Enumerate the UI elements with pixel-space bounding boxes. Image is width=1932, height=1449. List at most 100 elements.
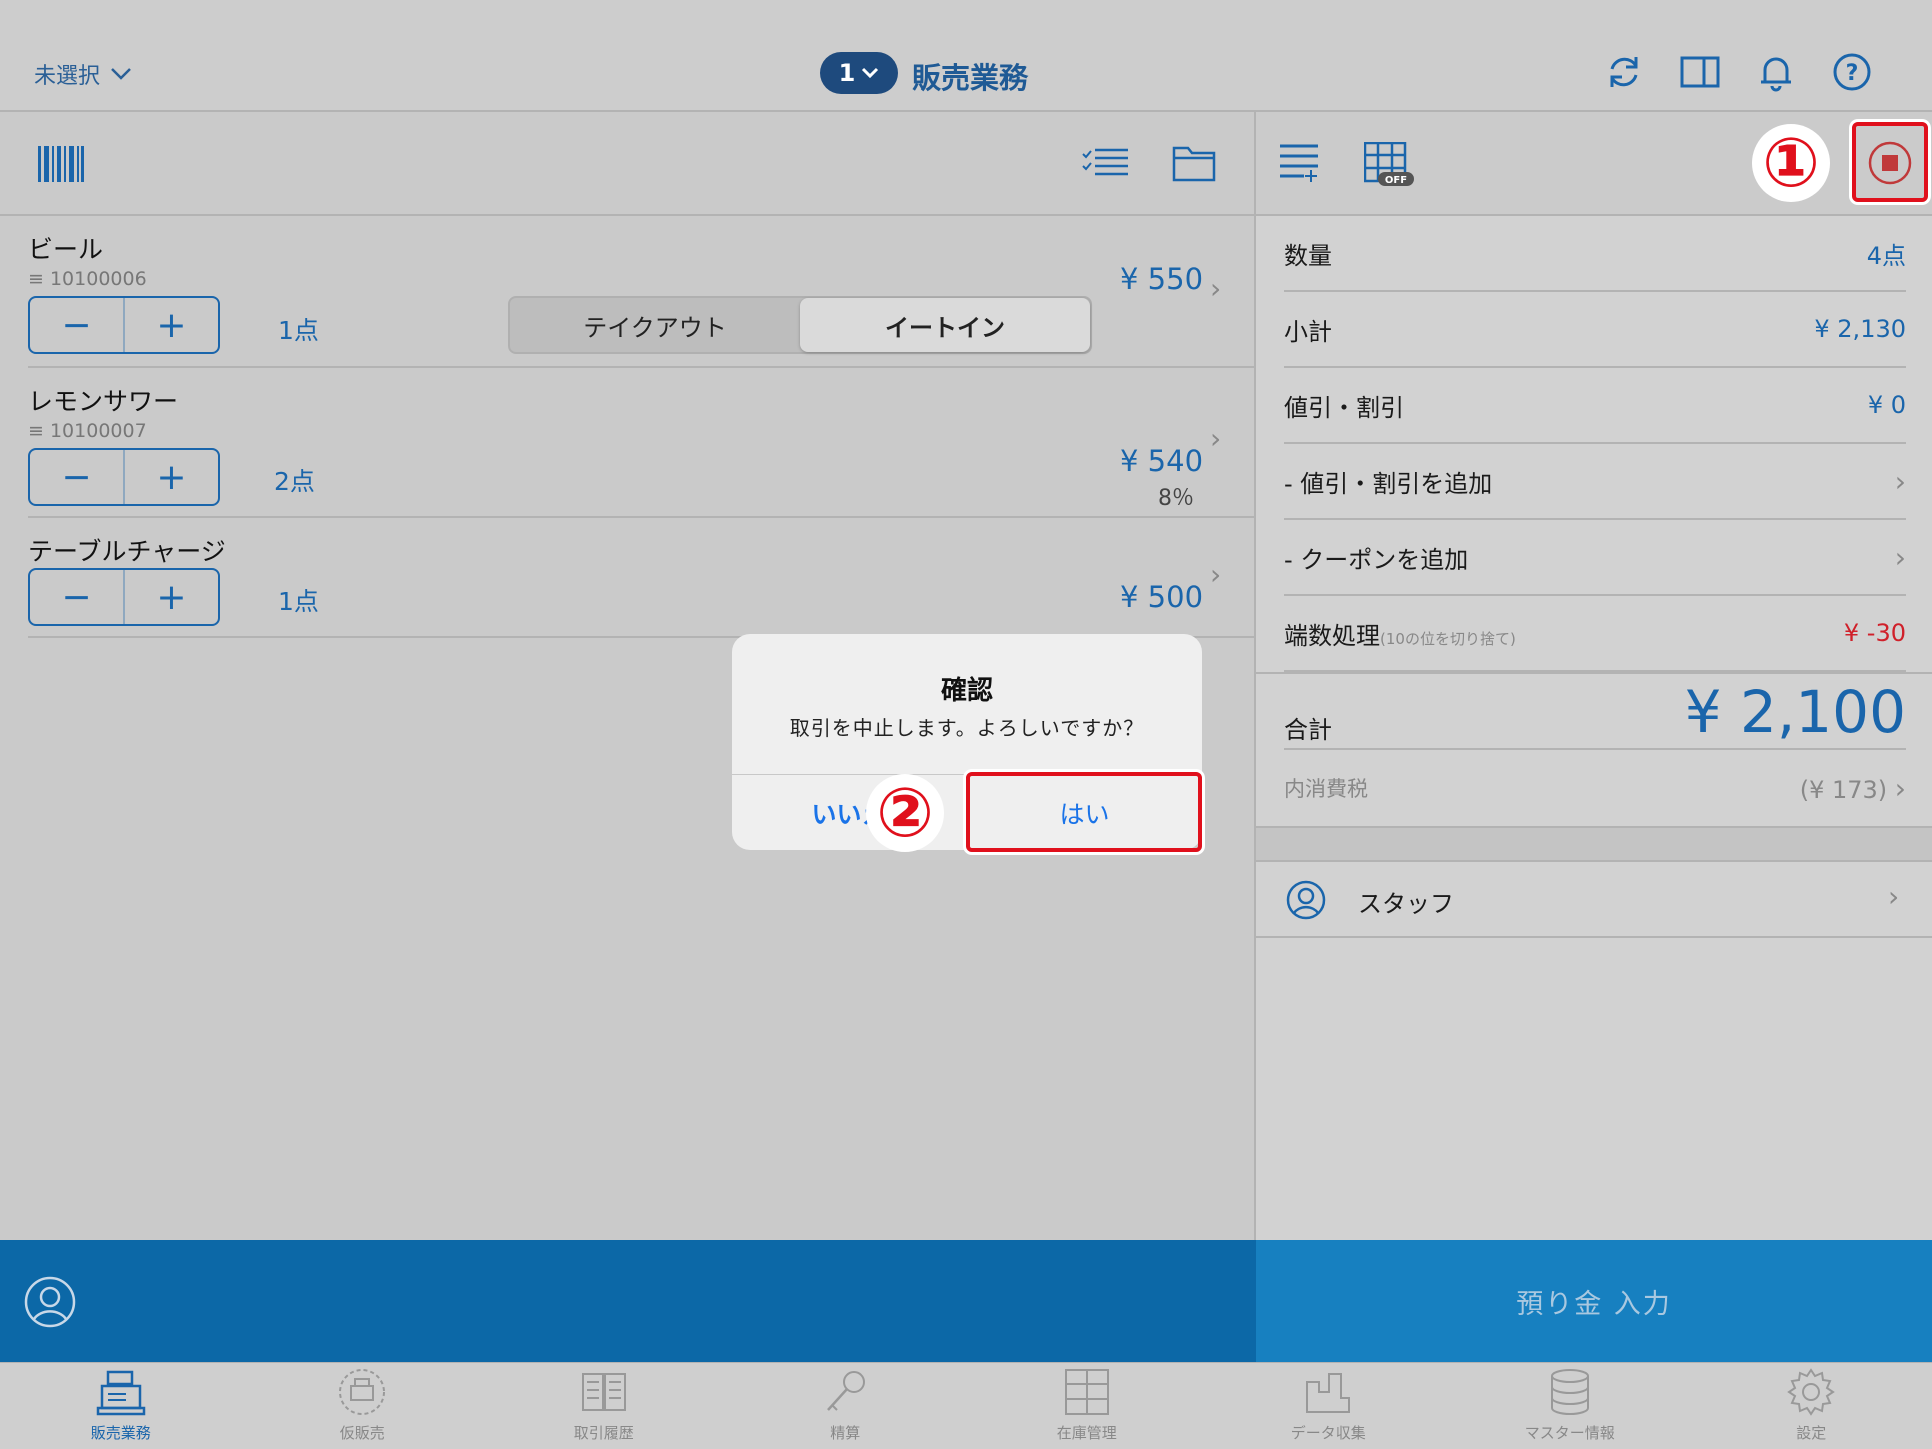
total-value: ¥ 2,100: [1684, 678, 1906, 746]
spacer: [1256, 826, 1932, 862]
tab-sales[interactable]: 販売業務: [0, 1363, 242, 1449]
divider: [1256, 672, 1932, 674]
chevron-right-icon: ›: [1894, 464, 1906, 498]
tab-label: 販売業務: [90, 1424, 151, 1442]
increment-button[interactable]: +: [125, 298, 218, 352]
chevron-right-icon: ›: [1894, 771, 1906, 805]
tab-label: 取引履歴: [573, 1424, 634, 1442]
add-coupon-label: - クーポンを追加: [1284, 545, 1469, 574]
tab-label: 設定: [1796, 1424, 1827, 1442]
dining-toggle[interactable]: テイクアウト イートイン: [508, 296, 1092, 354]
inventory-icon: [1064, 1369, 1109, 1415]
chevron-right-icon[interactable]: ›: [1210, 422, 1221, 455]
discount-row: 値引・割引 ¥ 0: [1284, 368, 1906, 444]
qty-row: 数量 4点: [1284, 216, 1906, 292]
chevron-right-icon[interactable]: ›: [1210, 272, 1221, 305]
decrement-button[interactable]: −: [30, 298, 125, 352]
database-icon: [1550, 1369, 1589, 1415]
bell-icon[interactable]: [1756, 52, 1796, 92]
refresh-icon[interactable]: [1604, 52, 1644, 92]
chevron-down-icon: [111, 68, 131, 80]
tab-master[interactable]: マスター情報: [1449, 1363, 1691, 1449]
decrement-button[interactable]: −: [30, 570, 125, 624]
stop-icon[interactable]: [1866, 140, 1914, 186]
store-selector[interactable]: 未選択: [34, 58, 132, 90]
qty-label: 数量: [1284, 241, 1332, 270]
tax-value: (¥ 173): [1799, 775, 1888, 804]
register-selector[interactable]: 1: [820, 52, 898, 94]
folder-icon[interactable]: [1172, 144, 1216, 182]
tab-label: データ収集: [1290, 1424, 1366, 1442]
item-code: ≡ 10100006: [28, 268, 147, 290]
quantity-stepper[interactable]: − +: [28, 448, 220, 506]
item-name: レモンサワー: [28, 387, 179, 416]
tax-row[interactable]: 内消費税 (¥ 173) ›: [1284, 750, 1906, 826]
customer-icon[interactable]: [24, 1276, 76, 1328]
quantity-stepper[interactable]: − +: [28, 296, 220, 354]
tab-label: 精算: [830, 1424, 861, 1442]
tab-inventory[interactable]: 在庫管理: [966, 1363, 1208, 1449]
annotation-marker-1: ①: [1752, 124, 1830, 203]
item-code: ≡ 10100007: [28, 420, 147, 442]
tax-label: 内消費税: [1284, 777, 1368, 801]
page-title: 販売業務: [912, 61, 1029, 95]
grid-toggle-icon[interactable]: OFF: [1364, 142, 1416, 188]
barcode-icon[interactable]: [38, 146, 84, 182]
subtotal-row: 小計 ¥ 2,130: [1284, 292, 1906, 368]
item-name: ビール: [28, 235, 104, 264]
cart-toolbar: [0, 112, 1256, 216]
qty-value: 4点: [1866, 241, 1906, 270]
tab-temp-sale[interactable]: 仮販売: [242, 1363, 484, 1449]
quantity-stepper[interactable]: − +: [28, 568, 220, 626]
item-qty: 1点: [278, 587, 319, 616]
staff-avatar-icon: [1286, 880, 1326, 920]
rounding-value: ¥ -30: [1843, 619, 1906, 647]
eat-in-option[interactable]: イートイン: [800, 298, 1090, 352]
deposit-input-button[interactable]: 預り金 入力: [1256, 1240, 1932, 1362]
register-number: 1: [838, 59, 856, 87]
rounding-row: 端数処理(10の位を切り捨て) ¥ -30: [1284, 596, 1906, 672]
rounding-note: (10の位を切り捨て): [1380, 629, 1516, 648]
tab-settings[interactable]: 設定: [1691, 1363, 1932, 1449]
item-price: ¥ 540: [1120, 444, 1204, 478]
item-name: テーブルチャージ: [28, 537, 226, 566]
increment-button[interactable]: +: [125, 570, 218, 624]
chevron-right-icon: ›: [1888, 880, 1900, 913]
chevron-right-icon[interactable]: ›: [1210, 558, 1221, 591]
staff-label: スタッフ: [1358, 890, 1454, 918]
tab-data-collection[interactable]: データ収集: [1208, 1363, 1450, 1449]
dialog-title: 確認: [940, 676, 993, 706]
add-coupon-row[interactable]: - クーポンを追加 ›: [1284, 520, 1906, 596]
decrement-button[interactable]: −: [30, 450, 125, 504]
tab-label: マスター情報: [1524, 1424, 1615, 1442]
tax-rate: 8％: [1158, 486, 1194, 511]
checklist-icon[interactable]: [1082, 146, 1128, 182]
add-list-icon[interactable]: [1280, 142, 1320, 182]
temp-sale-icon: [339, 1369, 386, 1415]
tab-history[interactable]: 取引履歴: [483, 1363, 725, 1449]
customer-bar: [0, 1240, 1256, 1362]
item-qty: 1点: [278, 316, 319, 345]
gear-icon: [1787, 1368, 1836, 1416]
subtotal-value: ¥ 2,130: [1814, 315, 1906, 343]
svg-text:?: ?: [1846, 61, 1859, 86]
chevron-right-icon: ›: [1894, 540, 1906, 574]
takeout-option[interactable]: テイクアウト: [510, 298, 800, 352]
yes-button-highlight: [966, 772, 1202, 852]
divider: [28, 516, 1256, 518]
split-view-icon[interactable]: [1680, 52, 1720, 92]
data-icon: [1306, 1373, 1351, 1413]
tab-bar: 販売業務 仮販売 取引履歴 精算 在庫管理 データ収集 マスター情報 設定: [0, 1362, 1932, 1449]
subtotal-label: 小計: [1284, 317, 1332, 346]
chevron-down-icon: [862, 67, 879, 79]
item-price: ¥ 550: [1120, 262, 1204, 296]
total-label: 合計: [1284, 716, 1332, 744]
store-selector-label: 未選択: [34, 64, 101, 89]
increment-button[interactable]: +: [125, 450, 218, 504]
dialog-message: 取引を中止します。よろしいですか？: [789, 716, 1145, 740]
rounding-label: 端数処理: [1284, 621, 1380, 650]
add-discount-row[interactable]: - 値引・割引を追加 ›: [1284, 444, 1906, 520]
help-icon[interactable]: ?: [1832, 52, 1872, 92]
tab-settlement[interactable]: 精算: [725, 1363, 967, 1449]
item-price: ¥ 500: [1120, 580, 1204, 614]
